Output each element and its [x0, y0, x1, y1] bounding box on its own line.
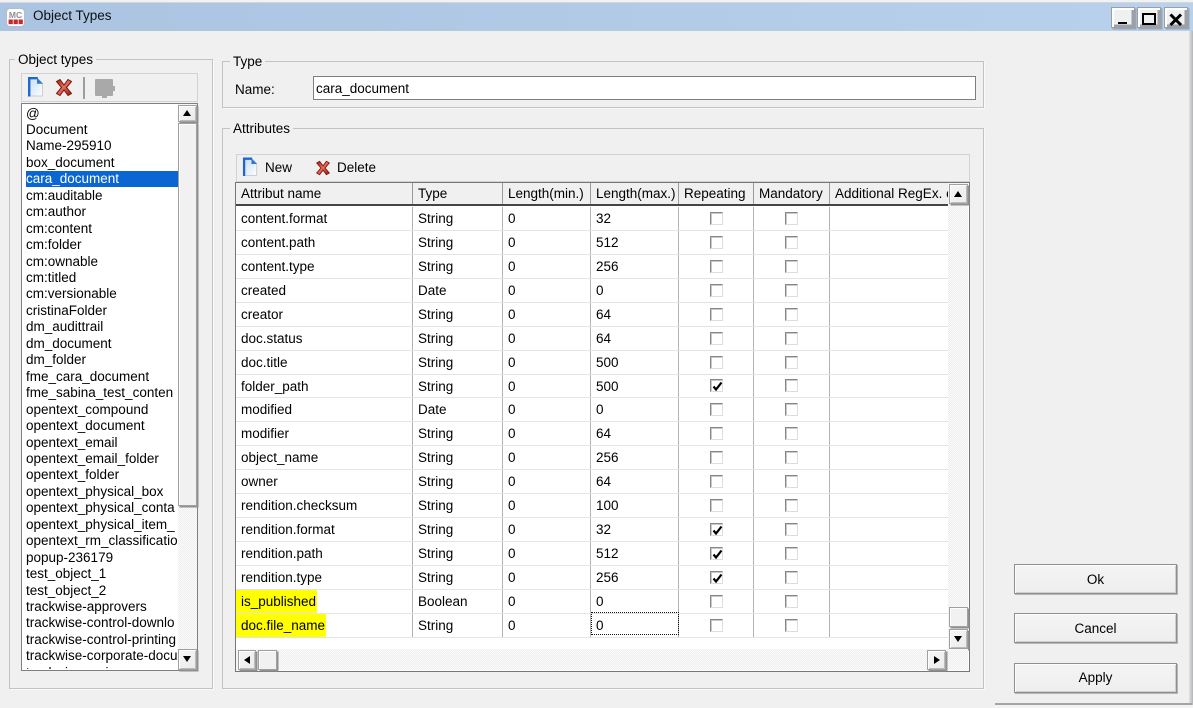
svg-text:MC: MC — [9, 10, 22, 20]
